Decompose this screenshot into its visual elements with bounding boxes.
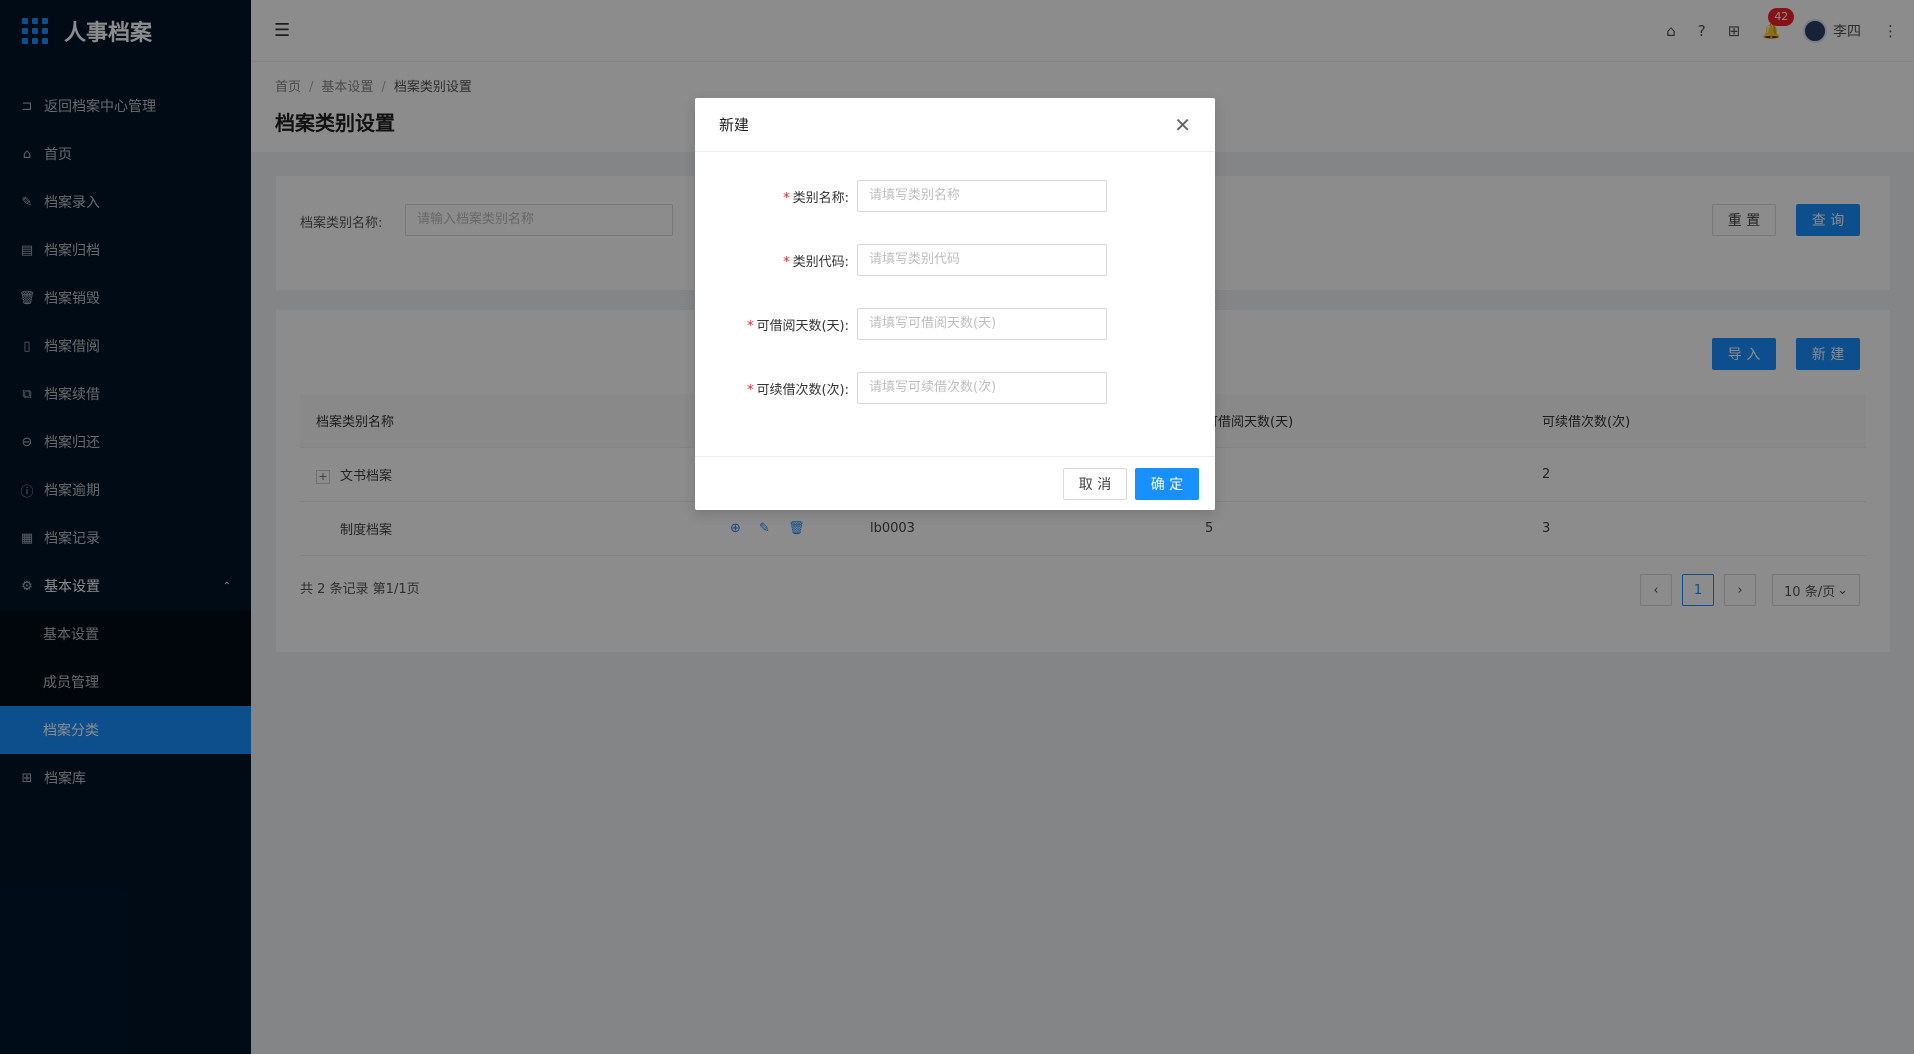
required-mark: *: [783, 190, 790, 206]
modal-footer: 取 消 确 定: [695, 456, 1215, 510]
modal-body: * 类别名称: 请填写类别名称 * 类别代码: 请填写类别代码 * 可借阅天数(天):…: [695, 152, 1215, 456]
close-icon[interactable]: ✕: [1174, 115, 1191, 135]
cancel-button[interactable]: 取 消: [1063, 467, 1127, 500]
ok-button[interactable]: 确 定: [1135, 467, 1199, 500]
required-mark: *: [746, 318, 754, 334]
field-label: 可借阅天数(天):: [756, 318, 849, 334]
form-row-code: * 类别代码: 请填写类别代码: [695, 244, 1215, 276]
field-label: 可续借次数(次):: [756, 382, 849, 398]
modal-header: 新建 ✕: [695, 98, 1215, 152]
modal-title: 新建: [719, 116, 750, 134]
field-label: 类别代码:: [792, 254, 849, 270]
category-code-input[interactable]: 请填写类别代码: [857, 244, 1107, 276]
form-row-days: * 可借阅天数(天): 请填写可借阅天数(天): [695, 308, 1215, 340]
form-row-name: * 类别名称: 请填写类别名称: [695, 180, 1215, 212]
borrow-days-input[interactable]: 请填写可借阅天数(天): [857, 308, 1107, 340]
new-category-modal: 新建 ✕ * 类别名称: 请填写类别名称 * 类别代码: 请填写类别代码 * 可借阅天…: [695, 98, 1215, 510]
field-label: 类别名称:: [792, 190, 849, 206]
renew-times-input[interactable]: 请填写可续借次数(次): [857, 372, 1107, 404]
required-mark: *: [746, 382, 754, 398]
form-row-renew: * 可续借次数(次): 请填写可续借次数(次): [695, 372, 1215, 404]
required-mark: *: [783, 254, 790, 270]
category-name-input[interactable]: 请填写类别名称: [857, 180, 1107, 212]
